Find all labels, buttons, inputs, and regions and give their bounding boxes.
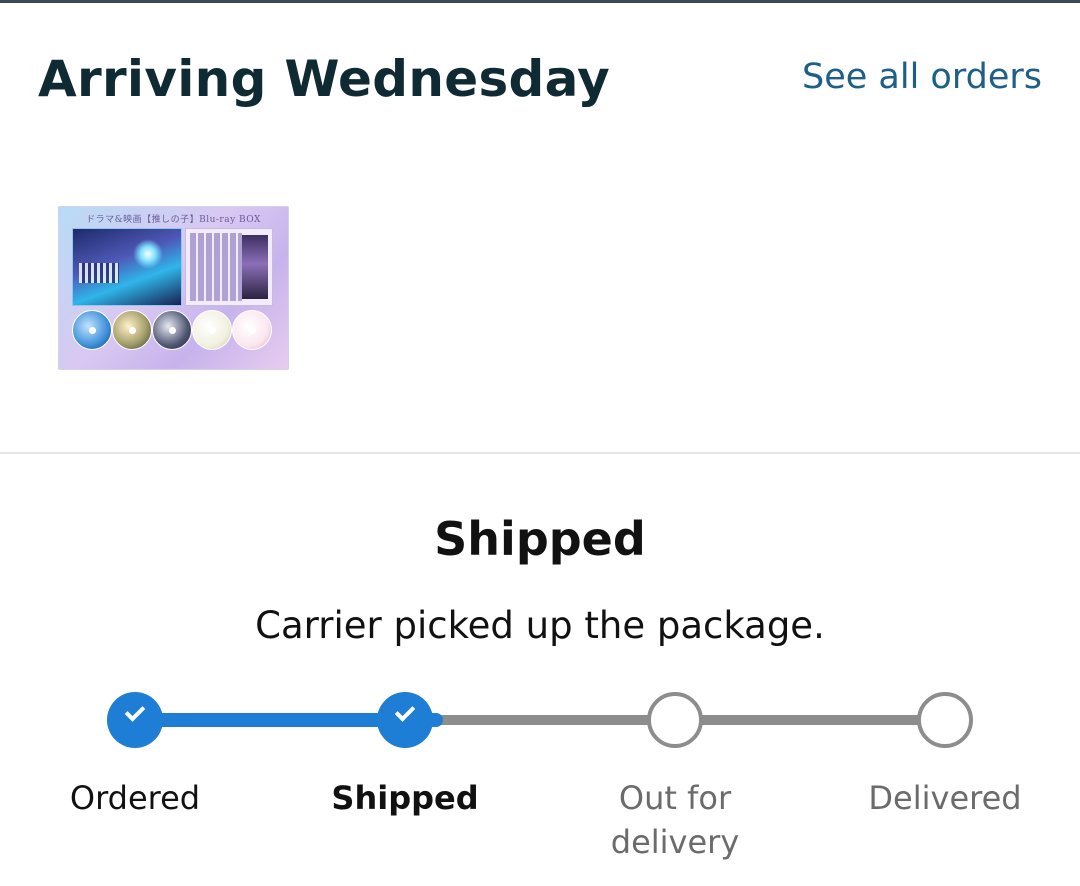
progress-tracker xyxy=(0,690,1080,750)
section-divider xyxy=(0,452,1080,454)
step-label-delivered: Delivered xyxy=(868,779,1022,817)
blu-ray-case-photos xyxy=(185,228,273,306)
arrival-title: Arriving Wednesday xyxy=(38,50,611,108)
step-out-for-delivery-node xyxy=(647,692,703,748)
step-shipped-node xyxy=(377,692,433,748)
disc-image xyxy=(72,310,112,350)
step-ordered-node xyxy=(107,692,163,748)
step-label-shipped: Shipped xyxy=(331,779,479,817)
disc-set xyxy=(72,310,277,352)
check-icon xyxy=(394,701,416,722)
disc-image xyxy=(232,310,272,350)
see-all-orders-link[interactable]: See all orders xyxy=(802,57,1042,97)
disc-image xyxy=(112,310,152,350)
step-label-out-for-delivery: Out for delivery xyxy=(610,779,740,861)
product-thumbnail[interactable]: ドラマ&映画【推しの子】Blu-ray BOX xyxy=(58,206,289,370)
shipment-status-title: Shipped xyxy=(434,512,646,566)
order-header: Arriving Wednesday See all orders xyxy=(0,0,1080,150)
check-icon xyxy=(124,701,146,722)
thumbnail-caption: ドラマ&映画【推しの子】Blu-ray BOX xyxy=(86,215,261,225)
shipment-status-description: Carrier picked up the package. xyxy=(255,604,825,647)
step-delivered-node xyxy=(917,692,973,748)
disc-image xyxy=(192,310,232,350)
disc-image xyxy=(152,310,192,350)
step-label-ordered: Ordered xyxy=(69,779,201,817)
blu-ray-case-concert xyxy=(72,228,182,306)
